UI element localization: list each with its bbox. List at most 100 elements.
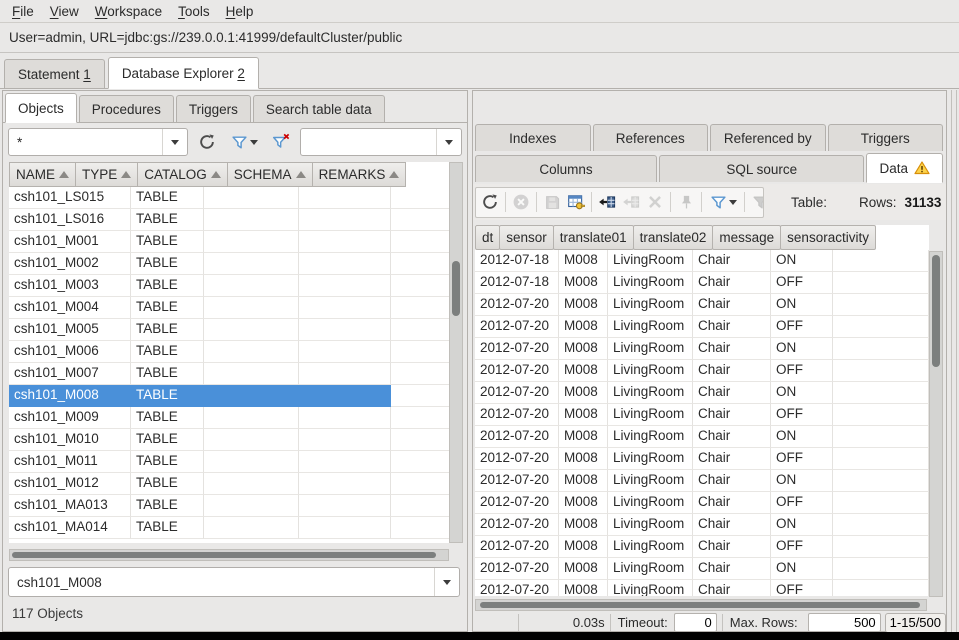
- delete-rows-button[interactable]: [643, 190, 667, 214]
- refresh-objects-button[interactable]: [195, 130, 219, 154]
- table-row[interactable]: 2012-07-20 M008 LivingRoom Chair OFF: [475, 492, 929, 514]
- table-row[interactable]: csh101_LS016 TABLE: [9, 209, 449, 231]
- table-row[interactable]: 2012-07-20 M008 LivingRoom Chair ON: [475, 470, 929, 492]
- maxrows-input[interactable]: [808, 613, 881, 632]
- objects-vertical-scrollbar[interactable]: [449, 162, 463, 543]
- table-row[interactable]: csh101_LS015 TABLE: [9, 187, 449, 209]
- tab-database-explorer-2[interactable]: Database Explorer 2: [108, 57, 259, 89]
- column-header[interactable]: TYPE: [75, 162, 138, 187]
- cell-translate01: LivingRoom: [608, 492, 693, 514]
- menu-item[interactable]: File: [4, 2, 42, 21]
- detail-tab[interactable]: Columns: [475, 155, 657, 182]
- data-vertical-scrollbar[interactable]: [929, 251, 943, 597]
- table-row[interactable]: csh101_M002 TABLE: [9, 253, 449, 275]
- data-horizontal-scrollbar[interactable]: [475, 599, 927, 611]
- column-header[interactable]: sensoractivity: [780, 225, 876, 250]
- cell-catalog: [204, 341, 299, 363]
- table-row[interactable]: 2012-07-20 M008 LivingRoom Chair ON: [475, 514, 929, 536]
- save-button[interactable]: [540, 190, 564, 214]
- table-row[interactable]: csh101_MA014 TABLE: [9, 517, 449, 539]
- table-row[interactable]: 2012-07-18 M008 LivingRoom Chair OFF: [475, 272, 929, 294]
- table-row[interactable]: 2012-07-20 M008 LivingRoom Chair ON: [475, 294, 929, 316]
- menu-item[interactable]: Tools: [170, 2, 218, 21]
- selected-object-combo[interactable]: csh101_M008: [8, 567, 460, 597]
- column-header[interactable]: message: [712, 225, 781, 250]
- edit-table-button[interactable]: [564, 190, 588, 214]
- table-row[interactable]: 2012-07-20 M008 LivingRoom Chair OFF: [475, 404, 929, 426]
- column-header[interactable]: sensor: [499, 225, 554, 250]
- stop-button[interactable]: [509, 190, 533, 214]
- refresh-data-button[interactable]: [478, 190, 502, 214]
- column-header[interactable]: translate02: [633, 225, 714, 250]
- insert-rows-button[interactable]: [595, 190, 619, 214]
- table-row[interactable]: 2012-07-20 M008 LivingRoom Chair OFF: [475, 360, 929, 382]
- cell-name: csh101_M008: [9, 385, 131, 407]
- column-header[interactable]: SCHEMA: [227, 162, 313, 187]
- filter-data-button[interactable]: [705, 190, 741, 214]
- explorer-tab[interactable]: Triggers: [176, 95, 251, 122]
- table-row[interactable]: 2012-07-20 M008 LivingRoom Chair ON: [475, 382, 929, 404]
- table-row[interactable]: csh101_M001 TABLE: [9, 231, 449, 253]
- cell-schema: [299, 495, 391, 517]
- explorer-tab[interactable]: Objects: [5, 93, 77, 123]
- duplicate-row-button[interactable]: [619, 190, 643, 214]
- column-header[interactable]: NAME: [9, 162, 76, 187]
- table-row[interactable]: 2012-07-20 M008 LivingRoom Chair ON: [475, 558, 929, 580]
- menu-item[interactable]: Workspace: [87, 2, 170, 21]
- detail-tab[interactable]: Referenced by: [710, 124, 826, 151]
- detail-tab[interactable]: Data: [866, 153, 943, 183]
- object-filter-combo[interactable]: *: [8, 128, 188, 156]
- column-header[interactable]: CATALOG: [137, 162, 228, 187]
- column-header[interactable]: dt: [475, 225, 500, 250]
- table-row[interactable]: csh101_M004 TABLE: [9, 297, 449, 319]
- table-row[interactable]: 2012-07-20 M008 LivingRoom Chair OFF: [475, 536, 929, 558]
- data-toolbar-buttons: [475, 187, 764, 218]
- scrollbar-thumb[interactable]: [480, 602, 920, 608]
- pin-rows-button[interactable]: [674, 190, 698, 214]
- explorer-tab[interactable]: Search table data: [253, 95, 385, 122]
- table-row[interactable]: 2012-07-20 M008 LivingRoom Chair ON: [475, 338, 929, 360]
- combo-dropdown-button[interactable]: [434, 568, 459, 596]
- detail-tab[interactable]: Indexes: [475, 124, 591, 151]
- explorer-tab[interactable]: Procedures: [79, 95, 174, 122]
- table-row[interactable]: csh101_M007 TABLE: [9, 363, 449, 385]
- table-row[interactable]: 2012-07-20 M008 LivingRoom Chair OFF: [475, 316, 929, 338]
- table-row[interactable]: 2012-07-20 M008 LivingRoom Chair OFF: [475, 580, 929, 596]
- table-row[interactable]: csh101_M009 TABLE: [9, 407, 449, 429]
- table-row[interactable]: csh101_M003 TABLE: [9, 275, 449, 297]
- column-header[interactable]: REMARKS: [312, 162, 407, 187]
- table-row[interactable]: 2012-07-20 M008 LivingRoom Chair ON: [475, 426, 929, 448]
- menu-item[interactable]: View: [42, 2, 87, 21]
- scrollbar-thumb[interactable]: [452, 261, 460, 316]
- table-row[interactable]: 2012-07-20 M008 LivingRoom Chair OFF: [475, 448, 929, 470]
- filter-objects-button[interactable]: [226, 130, 262, 154]
- cell-name: csh101_M010: [9, 429, 131, 451]
- combo-dropdown-button[interactable]: [162, 129, 187, 155]
- table-row[interactable]: csh101_MA013 TABLE: [9, 495, 449, 517]
- table-row[interactable]: csh101_M010 TABLE: [9, 429, 449, 451]
- table-row[interactable]: csh101_M012 TABLE: [9, 473, 449, 495]
- cell-dt: 2012-07-20: [475, 404, 559, 426]
- scrollbar-thumb[interactable]: [932, 255, 940, 367]
- table-row[interactable]: csh101_M005 TABLE: [9, 319, 449, 341]
- detail-tab[interactable]: SQL source: [659, 155, 864, 182]
- clear-filter-button[interactable]: [269, 130, 293, 154]
- column-header[interactable]: translate01: [553, 225, 634, 250]
- menu-item[interactable]: Help: [218, 2, 262, 21]
- row-range-button[interactable]: 1-15/500: [885, 613, 946, 633]
- table-row[interactable]: csh101_M006 TABLE: [9, 341, 449, 363]
- tab-statement-1[interactable]: Statement 1: [4, 59, 105, 88]
- table-row[interactable]: csh101_M011 TABLE: [9, 451, 449, 473]
- object-filter-value: *: [9, 135, 162, 150]
- combo-dropdown-button[interactable]: [436, 129, 461, 155]
- detail-tab[interactable]: Triggers: [828, 124, 944, 151]
- detail-tab[interactable]: References: [593, 124, 709, 151]
- clipped-filter-button[interactable]: [748, 190, 764, 214]
- table-row[interactable]: 2012-07-18 M008 LivingRoom Chair ON: [475, 250, 929, 272]
- timeout-input[interactable]: [674, 613, 717, 632]
- cell-remarks: [391, 297, 449, 319]
- object-search-combo[interactable]: [300, 128, 462, 156]
- scrollbar-thumb[interactable]: [12, 552, 436, 558]
- table-row[interactable]: csh101_M008 TABLE: [9, 385, 449, 407]
- objects-horizontal-scrollbar[interactable]: [9, 549, 449, 561]
